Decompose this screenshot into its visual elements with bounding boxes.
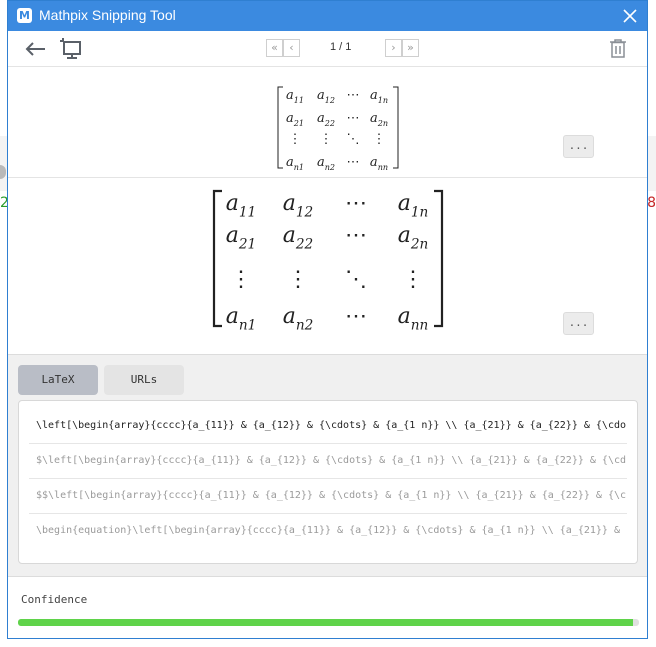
matrix-image: a11 a12 ⋯ a1n a21 a22 ⋯ a2n ⋮ ⋮ ⋱ ⋮ an1 an2 ⋯ ann: [277, 86, 399, 172]
matrix-entry: a11: [226, 191, 256, 221]
trash-icon[interactable]: [609, 38, 627, 58]
matrix-entry: ⋮: [320, 132, 333, 147]
matrix-entry: ⋯: [345, 304, 367, 329]
matrix-entry: ⋯: [345, 223, 367, 248]
crop-screen-icon[interactable]: [59, 37, 83, 59]
rendered-math-preview: a11 a12 ⋯ a1n a21 a22 ⋯ a2n ⋮ ⋮ ⋱ ⋮ an1 an2 ⋯ ann ...: [8, 178, 647, 355]
latex-output-row[interactable]: \begin{equation}\left[\begin{array}{cccc…: [29, 514, 627, 549]
matrix-entry: ⋯: [345, 191, 367, 216]
confidence-label: Confidence: [21, 593, 88, 606]
results-panel: LaTeX URLs \left[\begin{array}{cccc}{a_{…: [8, 355, 647, 577]
render-more-button[interactable]: ...: [563, 312, 594, 335]
close-icon[interactable]: [619, 5, 641, 27]
latex-output-row[interactable]: $$\left[\begin{array}{cccc}{a_{11}} & {a…: [29, 479, 627, 514]
toolbar: « ‹ 1 / 1 › »: [8, 31, 647, 67]
matrix-entry: a12: [283, 191, 313, 221]
chevron-right-icon[interactable]: ›: [385, 39, 402, 57]
matrix-entry: a1n: [398, 191, 429, 221]
matrix-entry: a12: [317, 88, 335, 105]
matrix-entry: an1: [226, 304, 257, 334]
matrix-entry: ann: [398, 304, 429, 334]
matrix-entry: ⋱: [347, 132, 360, 147]
matrix-entry: a2n: [370, 111, 388, 128]
title-bar[interactable]: M Mathpix Snipping Tool: [8, 1, 647, 31]
matrix-entry: ⋯: [347, 111, 360, 126]
confidence-bar: [18, 619, 639, 626]
confidence-bar-fill: [18, 619, 633, 626]
tab-urls[interactable]: URLs: [104, 365, 184, 395]
mathpix-logo-icon: M: [17, 8, 32, 23]
double-chevron-right-icon[interactable]: »: [402, 39, 419, 57]
left-bracket: [277, 86, 283, 169]
matrix-entry: ⋱: [345, 267, 367, 292]
matrix-entry: ⋯: [347, 155, 360, 170]
matrix-entry: ⋮: [289, 132, 302, 147]
left-bracket: [212, 189, 222, 328]
rendered-matrix: a11 a12 ⋯ a1n a21 a22 ⋯ a2n ⋮ ⋮ ⋱ ⋮ an1 an2 ⋯ ann: [212, 189, 444, 334]
matrix-entry: ⋮: [287, 267, 309, 292]
image-more-button[interactable]: ...: [563, 135, 594, 158]
matrix-entry: a1n: [370, 88, 388, 105]
page-indicator: 1 / 1: [330, 41, 352, 53]
matrix-entry: a21: [286, 111, 304, 128]
confidence-section: Confidence: [8, 577, 647, 638]
chevron-left-icon[interactable]: ‹: [283, 39, 300, 57]
latex-output-row[interactable]: $\left[\begin{array}{cccc}{a_{11}} & {a_…: [29, 444, 627, 479]
matrix-entry: a21: [226, 223, 256, 253]
matrix-entry: a11: [286, 88, 304, 105]
matrix-entry: ⋯: [347, 88, 360, 103]
arrow-left-icon[interactable]: [24, 40, 46, 58]
matrix-entry: ⋮: [373, 132, 386, 147]
right-bracket: [393, 86, 399, 169]
matrix-entry: ⋮: [402, 267, 424, 292]
matrix-entry: an2: [317, 155, 335, 172]
latex-output-row[interactable]: \left[\begin{array}{cccc}{a_{11}} & {a_{…: [29, 409, 627, 444]
matrix-entry: an2: [283, 304, 314, 334]
matrix-entry: a22: [283, 223, 313, 253]
matrix-entry: a22: [317, 111, 335, 128]
matrix-entry: ⋮: [230, 267, 252, 292]
snipping-tool-window: M Mathpix Snipping Tool « ‹ 1 / 1 › » a1…: [7, 0, 648, 639]
matrix-entry: an1: [286, 155, 304, 172]
matrix-entry: a2n: [398, 223, 429, 253]
window-title: Mathpix Snipping Tool: [39, 7, 176, 23]
right-bracket: [434, 189, 444, 328]
matrix-entry: ann: [370, 155, 388, 172]
double-chevron-left-icon[interactable]: «: [266, 39, 283, 57]
tab-latex[interactable]: LaTeX: [18, 365, 98, 395]
snip-image-preview: a11 a12 ⋯ a1n a21 a22 ⋯ a2n ⋮ ⋮ ⋱ ⋮ an1 an2 ⋯ ann ...: [8, 67, 647, 178]
latex-output-list: \left[\begin{array}{cccc}{a_{11}} & {a_{…: [18, 400, 638, 564]
